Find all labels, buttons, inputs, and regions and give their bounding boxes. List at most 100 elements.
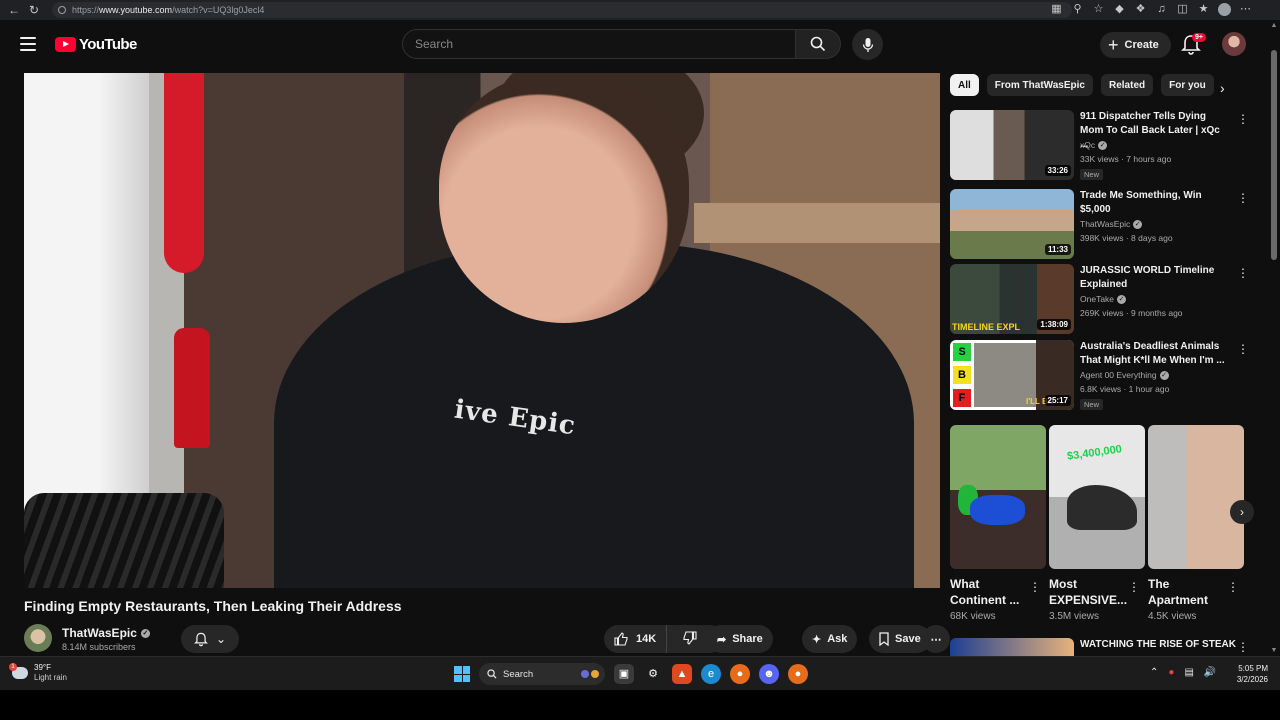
recommendation-channel[interactable]: ThatWasEpic ✓ bbox=[1080, 219, 1143, 229]
recommendation-channel[interactable]: Agent 00 Everything ✓ bbox=[1080, 370, 1169, 380]
more-vertical-icon[interactable]: ⋮ bbox=[1237, 112, 1249, 126]
channel-text: xQc bbox=[1080, 140, 1096, 150]
volume-icon[interactable]: 🔊 bbox=[1204, 667, 1216, 678]
clock[interactable]: 5:05 PM 3/2/2026 bbox=[1228, 663, 1268, 685]
recommendation-item[interactable]: 11:33 Trade Me Something, Win $5,000 Tha… bbox=[950, 189, 1250, 259]
search-input[interactable] bbox=[402, 29, 796, 59]
more-vertical-icon[interactable]: ⋮ bbox=[1237, 266, 1249, 280]
brave-browser-icon[interactable]: ▲ bbox=[672, 664, 692, 684]
more-vertical-icon[interactable]: ⋮ bbox=[1029, 580, 1041, 594]
tab-layout-icon[interactable]: ▦ bbox=[1050, 3, 1063, 16]
like-button[interactable]: 14K bbox=[604, 625, 668, 653]
youtube-logo[interactable]: YouTube bbox=[55, 36, 137, 53]
recommendation-meta: 6.8K views · 1 hour ago bbox=[1080, 384, 1170, 394]
scrollbar-thumb[interactable] bbox=[1271, 50, 1277, 260]
firefox-icon[interactable]: ● bbox=[730, 664, 750, 684]
account-avatar[interactable] bbox=[1222, 32, 1246, 56]
scroll-down-icon[interactable]: ▼ bbox=[1270, 647, 1278, 654]
weather-widget[interactable]: 1 39°F Light rain bbox=[9, 663, 67, 683]
recommendation-title[interactable]: Trade Me Something, Win $5,000 bbox=[1080, 189, 1228, 217]
clock-time: 5:05 PM bbox=[1238, 664, 1268, 673]
short-thumbnail[interactable] bbox=[950, 425, 1046, 569]
verified-icon: ✓ bbox=[1117, 294, 1127, 304]
weather-desc: Light rain bbox=[34, 673, 67, 682]
chips-next-chevron-icon[interactable]: › bbox=[1220, 80, 1225, 96]
zoom-icon[interactable]: ⚲ bbox=[1071, 3, 1084, 16]
video-player[interactable]: ive Epic bbox=[24, 73, 940, 588]
video-thumbnail[interactable]: S B F I'LL BE 25:17 bbox=[950, 340, 1074, 410]
site-info-icon[interactable] bbox=[58, 6, 66, 14]
dislike-button[interactable] bbox=[673, 630, 707, 648]
address-bar[interactable]: https://www.youtube.com/watch?v=UQ3lg0Je… bbox=[52, 2, 1072, 18]
recommendation-channel[interactable]: xQc ✓ bbox=[1080, 140, 1108, 150]
voice-search-button[interactable] bbox=[852, 29, 883, 60]
video-thumbnail[interactable]: 33:26 bbox=[950, 110, 1074, 180]
split-view-icon[interactable]: ◫ bbox=[1176, 3, 1189, 16]
person-head bbox=[439, 73, 689, 323]
browser-profile-icon[interactable] bbox=[1218, 3, 1231, 16]
recommendation-item[interactable]: S B F I'LL BE 25:17 Australia's Deadlies… bbox=[950, 340, 1250, 410]
recommendation-title[interactable]: Australia's Deadliest Animals That Might… bbox=[1080, 340, 1228, 368]
windows-start-icon[interactable] bbox=[454, 666, 470, 682]
chip-all[interactable]: All bbox=[950, 74, 979, 96]
scroll-up-icon[interactable]: ▲ bbox=[1270, 22, 1278, 29]
search-bar bbox=[402, 29, 841, 59]
search-highlight-icon bbox=[581, 670, 599, 678]
recommendation-title[interactable]: JURASSIC WORLD Timeline Explained bbox=[1080, 264, 1228, 292]
share-button[interactable]: ➦ Share bbox=[707, 625, 773, 653]
more-vertical-icon[interactable]: ⋮ bbox=[1237, 640, 1249, 654]
video-thumbnail[interactable]: 11:33 bbox=[950, 189, 1074, 259]
url-prefix: https:// bbox=[72, 5, 100, 15]
tray-expand-chevron-icon[interactable]: ⌃ bbox=[1150, 667, 1158, 678]
new-badge: New bbox=[1080, 169, 1104, 180]
edge-browser-icon[interactable]: e bbox=[701, 664, 721, 684]
firefox-icon-2[interactable]: ● bbox=[788, 664, 808, 684]
video-thumbnail[interactable] bbox=[950, 638, 1074, 656]
more-vertical-icon[interactable]: ⋮ bbox=[1227, 580, 1239, 594]
discord-icon[interactable]: ☻ bbox=[759, 664, 779, 684]
settings-gear-icon[interactable]: ⚙ bbox=[643, 664, 663, 684]
short-title[interactable]: The Apartment bbox=[1148, 576, 1226, 608]
ask-button[interactable]: ✦ Ask bbox=[802, 625, 858, 653]
network-icon[interactable]: ▤ bbox=[1184, 667, 1193, 678]
recommendation-channel[interactable]: OneTake ✓ bbox=[1080, 294, 1127, 304]
short-title[interactable]: What Continent ... bbox=[950, 576, 1028, 608]
hamburger-menu-icon[interactable] bbox=[20, 37, 36, 51]
extensions-icon[interactable]: ❖ bbox=[1134, 3, 1147, 16]
shorts-next-chevron-icon[interactable]: › bbox=[1230, 500, 1254, 524]
extension-gem-icon[interactable]: ◆ bbox=[1113, 3, 1126, 16]
short-title[interactable]: Most EXPENSIVE... bbox=[1049, 576, 1127, 608]
page-scrollbar[interactable]: ▲ ▼ bbox=[1268, 20, 1280, 656]
short-thumbnail[interactable]: $3,400,000 bbox=[1049, 425, 1145, 569]
more-vertical-icon[interactable]: ⋮ bbox=[1237, 342, 1249, 356]
chip-from-channel[interactable]: From ThatWasEpic bbox=[986, 74, 1093, 96]
channel-name[interactable]: ThatWasEpic ✓ bbox=[62, 626, 150, 640]
microphone-tray-icon[interactable]: ● bbox=[1168, 667, 1174, 678]
recommendation-item[interactable]: 33:26 911 Dispatcher Tells Dying Mom To … bbox=[950, 110, 1250, 180]
taskbar-search[interactable]: Search bbox=[479, 663, 605, 685]
more-actions-button[interactable]: ⋯ bbox=[922, 625, 950, 653]
browser-menu-icon[interactable]: ⋯ bbox=[1239, 3, 1252, 16]
tier-s-label: S bbox=[953, 343, 971, 361]
more-vertical-icon[interactable]: ⋮ bbox=[1128, 580, 1140, 594]
subscribed-notifications-button[interactable]: ⌄ bbox=[181, 625, 239, 653]
short-thumbnail[interactable] bbox=[1148, 425, 1244, 569]
back-icon[interactable]: ← bbox=[8, 4, 20, 16]
subscriber-count: 8.14M subscribers bbox=[62, 642, 136, 652]
chip-for-you[interactable]: For you bbox=[1161, 74, 1214, 96]
channel-avatar[interactable] bbox=[24, 624, 52, 652]
recommendation-title[interactable]: WATCHING THE RISE OF STEAK bbox=[1080, 639, 1236, 650]
task-view-icon[interactable]: ▣ bbox=[614, 664, 634, 684]
recommendation-item[interactable]: TIMELINE EXPL 1:38:09 JURASSIC WORLD Tim… bbox=[950, 264, 1250, 334]
create-button[interactable]: + Create bbox=[1100, 32, 1171, 58]
reload-icon[interactable]: ↻ bbox=[28, 4, 40, 16]
bookmark-star-icon[interactable]: ☆ bbox=[1092, 3, 1105, 16]
search-button[interactable] bbox=[796, 29, 841, 59]
video-thumbnail[interactable]: TIMELINE EXPL 1:38:09 bbox=[950, 264, 1074, 334]
chip-related[interactable]: Related bbox=[1100, 74, 1154, 96]
verified-icon: ✓ bbox=[140, 628, 150, 638]
media-icon[interactable]: ♫ bbox=[1155, 3, 1168, 16]
more-vertical-icon[interactable]: ⋮ bbox=[1237, 191, 1249, 205]
favorites-icon[interactable]: ★ bbox=[1197, 3, 1210, 16]
short-views: 68K views bbox=[950, 611, 996, 622]
